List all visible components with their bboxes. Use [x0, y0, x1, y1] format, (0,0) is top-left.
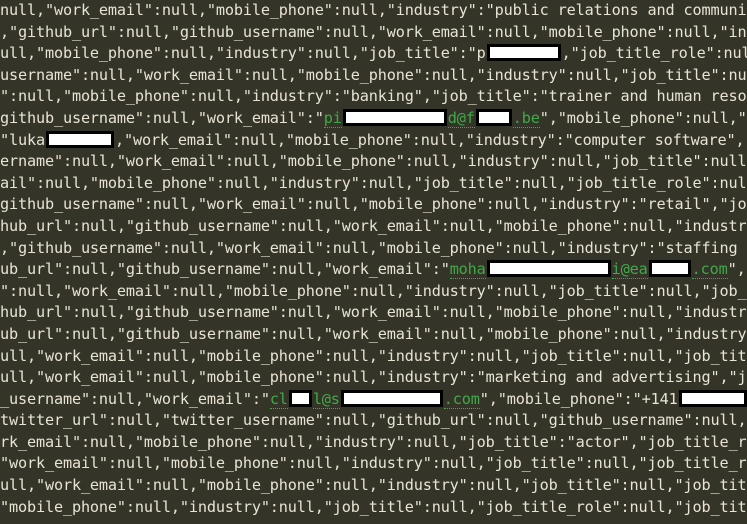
detected-entity-text: d@f: [447, 108, 475, 128]
json-text-run: hub_url":null,"github_username":null,"wo…: [0, 303, 747, 322]
json-text-run: ,"github_username":null,"work_email":nul…: [0, 238, 747, 257]
json-text-line: username":null,"work_email":null,"mobile…: [0, 65, 747, 87]
json-text-run: twitter_url":null,"twitter_username":nul…: [0, 411, 747, 430]
json-text-line: ail":null,"mobile_phone":null,"industry"…: [0, 173, 747, 195]
redaction-box: [45, 130, 114, 148]
json-text-run: ":null,"work_email":null,"mobile_phone":…: [0, 281, 747, 300]
redaction-box: [486, 260, 611, 278]
json-text-run: ,"work_email":null,"mobile_phone":null,"…: [114, 130, 747, 149]
redaction-box: [288, 389, 312, 407]
json-text-run: ub_url":null,"github_username":null,"wor…: [0, 260, 450, 279]
json-text-line: hub_url":null,"github_username":null,"wo…: [0, 302, 747, 324]
json-text-run: hub_url":null,"github_username":null,"wo…: [0, 216, 747, 235]
json-text-run: github_username":null,"work_email":null,…: [0, 195, 747, 214]
json-text-line: null,"work_email":null,"mobile_phone":nu…: [0, 0, 747, 22]
json-text-line: _username":null,"work_email":"cl l@s .com"…: [0, 389, 747, 411]
json-text-line: "mobile_phone":null,"industry":null,"job…: [0, 497, 747, 519]
json-text-run: "mobile_phone":null,"industry":null,"job…: [0, 497, 747, 516]
json-text-line: twitter_url":null,"twitter_username":nul…: [0, 410, 747, 432]
json-text-run: ","mobile_p: [727, 260, 747, 279]
detected-entity-text: l@s: [312, 389, 340, 409]
json-text-run: ull,"work_email":null,"mobile_phone":nul…: [0, 476, 747, 495]
json-text-run: github_username":null,"work_email":": [0, 108, 324, 127]
json-text-run: ,"github_url":null,"github_username":nul…: [0, 22, 747, 41]
json-text-line: github_username":null,"work_email":"pi d@…: [0, 108, 747, 130]
redaction-box: [678, 389, 747, 407]
json-text-line: ername":null,"work_email":null,"mobile_p…: [0, 151, 747, 173]
json-text-line: github_username":null,"work_email":null,…: [0, 194, 747, 216]
json-text-run: ","mobile_phone":null,"indust: [539, 108, 747, 127]
json-text-run: ull,"work_email":null,"mobile_phone":nul…: [0, 368, 747, 387]
json-text-line: hub_url":null,"github_username":null,"wo…: [0, 216, 747, 238]
json-text-line: "work_email":null,"mobile_phone":null,"i…: [0, 453, 747, 475]
json-text-run: ull,"work_email":null,"mobile_phone":nul…: [0, 346, 747, 365]
redaction-box: [648, 260, 691, 278]
json-text-line: ull,"work_email":null,"mobile_phone":nul…: [0, 367, 747, 389]
redaction-box: [475, 108, 512, 126]
detected-entity-text: moha: [449, 260, 486, 280]
json-text-line: ull,"work_email":null,"mobile_phone":nul…: [0, 346, 747, 368]
json-text-line: ub_url":null,"github_username":null,"wor…: [0, 259, 747, 281]
detected-entity-text: i@ea: [611, 260, 648, 280]
redaction-box: [486, 44, 561, 62]
detected-entity-text: .be: [512, 108, 540, 128]
json-text-line: ,"github_username":null,"work_email":nul…: [0, 238, 747, 260]
redaction-box: [340, 389, 443, 407]
json-text-line: ub_url":null,"github_username":null,"wor…: [0, 324, 747, 346]
json-text-line: ull,"work_email":null,"mobile_phone":nul…: [0, 475, 747, 497]
detected-entity-text: .com: [691, 260, 728, 280]
redaction-box: [342, 108, 447, 126]
json-text-line: "luka ,"work_email":null,"mobile_phone":n…: [0, 130, 747, 152]
json-text-line: ":null,"work_email":null,"mobile_phone":…: [0, 281, 747, 303]
json-text-run: "work_email":null,"mobile_phone":null,"i…: [0, 454, 747, 473]
detected-entity-text: pi: [323, 108, 342, 128]
json-text-run: ,"job_title_role":null,"job: [561, 44, 747, 63]
json-text-lines: null,"work_email":null,"mobile_phone":nu…: [0, 0, 747, 518]
json-text-run: _username":null,"work_email":": [0, 389, 270, 408]
json-text-run: ull,"mobile_phone":null,"industry":null,…: [0, 44, 486, 63]
json-text-run: null,"work_email":null,"mobile_phone":nu…: [0, 1, 747, 19]
json-text-viewport[interactable]: null,"work_email":null,"mobile_phone":nu…: [0, 0, 747, 524]
json-text-run: ub_url":null,"github_username":null,"wor…: [0, 324, 747, 343]
json-text-run: ail":null,"mobile_phone":null,"industry"…: [0, 173, 747, 192]
json-text-line: rk_email":null,"mobile_phone":null,"indu…: [0, 432, 747, 454]
json-text-run: ","mobile_phone":"+141: [479, 389, 678, 408]
detected-entity-text: cl: [269, 389, 288, 409]
json-text-run: ":null,"mobile_phone":null,"industry":"b…: [0, 87, 747, 106]
json-text-line: ":null,"mobile_phone":null,"industry":"b…: [0, 86, 747, 108]
json-text-run: username":null,"work_email":null,"mobile…: [0, 65, 747, 84]
json-text-run: "luka: [0, 130, 45, 149]
json-text-run: ername":null,"work_email":null,"mobile_p…: [0, 152, 747, 171]
json-text-run: rk_email":null,"mobile_phone":null,"indu…: [0, 432, 747, 451]
json-text-line: ,"github_url":null,"github_username":nul…: [0, 22, 747, 44]
detected-entity-text: .com: [443, 389, 480, 409]
json-text-line: ull,"mobile_phone":null,"industry":null,…: [0, 43, 747, 65]
